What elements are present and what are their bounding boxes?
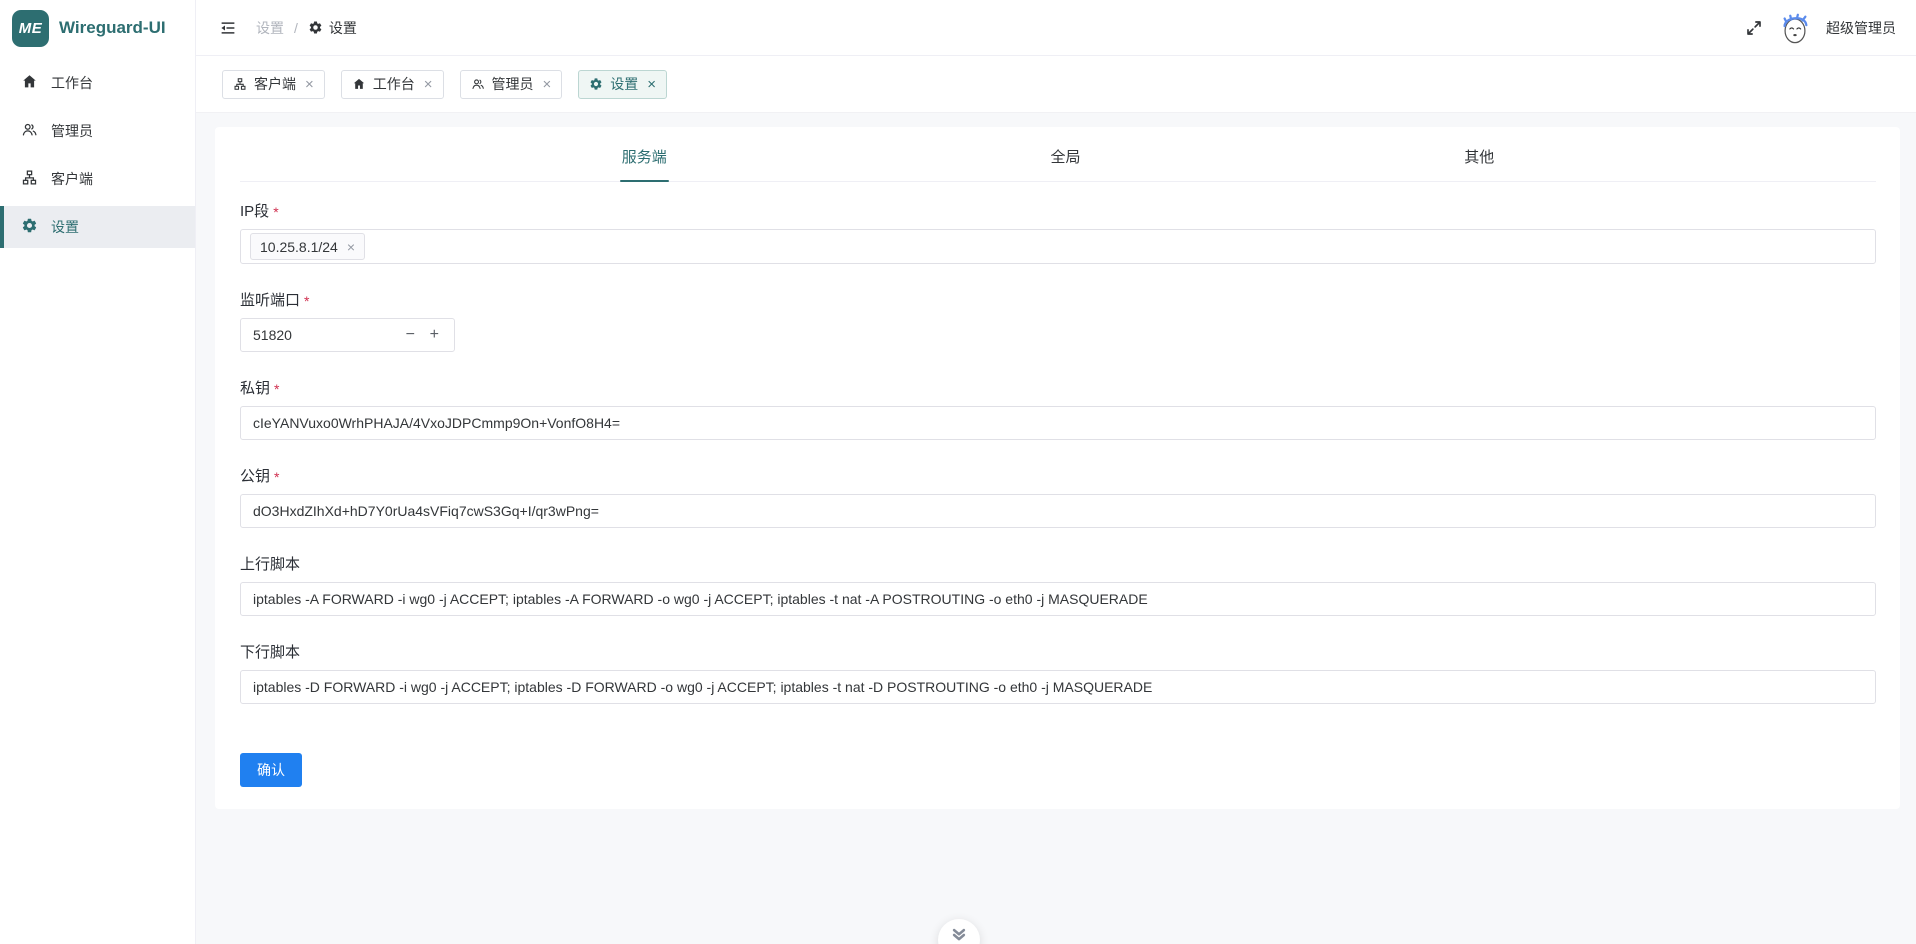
fullscreen-icon[interactable] bbox=[1744, 18, 1764, 38]
app-logo-icon: ME bbox=[12, 10, 49, 47]
decrement-icon[interactable]: − bbox=[406, 318, 415, 352]
down-script-field: 下行脚本 bbox=[240, 641, 1876, 704]
remove-tag-icon[interactable]: × bbox=[347, 240, 355, 254]
sidebar-item-label: 工作台 bbox=[51, 73, 93, 93]
listen-port-field: 监听端口 * − + bbox=[240, 289, 1876, 352]
gear-icon bbox=[589, 77, 603, 91]
top-header: 设置 / 设置 bbox=[196, 0, 1916, 56]
clients-icon bbox=[21, 169, 38, 189]
increment-icon[interactable]: + bbox=[430, 318, 439, 352]
avatar[interactable] bbox=[1778, 11, 1812, 45]
settings-tabs: 服务端 全局 其他 bbox=[240, 127, 1876, 182]
sidebar-item-admins[interactable]: 管理员 bbox=[0, 110, 195, 152]
breadcrumb: 设置 / 设置 bbox=[256, 18, 357, 38]
home-icon bbox=[21, 73, 38, 93]
collapse-sidebar-icon[interactable] bbox=[218, 18, 238, 38]
page-tab-label: 客户端 bbox=[254, 74, 296, 94]
tab-other[interactable]: 其他 bbox=[1462, 127, 1496, 181]
close-tab-icon[interactable]: × bbox=[543, 77, 552, 92]
server-settings-form: IP段 * 10.25.8.1/24 × 监听端口 bbox=[240, 182, 1876, 787]
listen-port-label: 监听端口 bbox=[240, 289, 300, 310]
home-icon bbox=[352, 77, 366, 91]
app-logo[interactable]: ME Wireguard-UI bbox=[0, 0, 195, 56]
admins-icon bbox=[471, 77, 485, 91]
page-tab-label: 管理员 bbox=[492, 74, 534, 94]
page-tab-label: 工作台 bbox=[373, 74, 415, 94]
gear-icon bbox=[21, 217, 38, 237]
page-tabbar: 客户端 × 工作台 × 管理员 × 设置 bbox=[196, 56, 1916, 113]
ip-range-input[interactable]: 10.25.8.1/24 × bbox=[240, 229, 1876, 264]
field-label: 私钥 * bbox=[240, 377, 1876, 398]
private-key-label: 私钥 bbox=[240, 377, 270, 398]
ip-range-tag: 10.25.8.1/24 × bbox=[250, 233, 365, 260]
close-tab-icon[interactable]: × bbox=[647, 77, 656, 92]
tab-global[interactable]: 全局 bbox=[1048, 127, 1082, 181]
sidebar-item-settings[interactable]: 设置 bbox=[0, 206, 195, 248]
field-label: 监听端口 * bbox=[240, 289, 1876, 310]
sidebar-item-label: 管理员 bbox=[51, 121, 93, 141]
confirm-button[interactable]: 确认 bbox=[240, 753, 302, 787]
field-label: IP段 * bbox=[240, 200, 1876, 221]
sidebar-item-workbench[interactable]: 工作台 bbox=[0, 62, 195, 104]
public-key-label: 公钥 bbox=[240, 465, 270, 486]
private-key-field: 私钥 * bbox=[240, 377, 1876, 440]
sidebar-item-clients[interactable]: 客户端 bbox=[0, 158, 195, 200]
breadcrumb-separator: / bbox=[294, 20, 298, 36]
required-mark: * bbox=[304, 293, 309, 309]
ip-range-label: IP段 bbox=[240, 200, 269, 221]
public-key-field: 公钥 * bbox=[240, 465, 1876, 528]
sidebar-item-label: 客户端 bbox=[51, 169, 93, 189]
required-mark: * bbox=[274, 469, 279, 485]
breadcrumb-root[interactable]: 设置 bbox=[256, 18, 284, 38]
breadcrumb-current[interactable]: 设置 bbox=[308, 18, 357, 38]
page-tab-label: 设置 bbox=[610, 74, 638, 94]
sidebar-menu: 工作台 管理员 bbox=[0, 56, 195, 248]
close-tab-icon[interactable]: × bbox=[305, 77, 314, 92]
tab-server[interactable]: 服务端 bbox=[620, 127, 669, 181]
breadcrumb-current-label: 设置 bbox=[329, 18, 357, 38]
down-script-label: 下行脚本 bbox=[240, 641, 300, 662]
close-tab-icon[interactable]: × bbox=[424, 77, 433, 92]
page-tab-workbench[interactable]: 工作台 × bbox=[341, 70, 444, 99]
username[interactable]: 超级管理员 bbox=[1826, 18, 1896, 38]
listen-port-input[interactable] bbox=[240, 318, 455, 352]
required-mark: * bbox=[273, 204, 278, 220]
main-area: 设置 / 设置 bbox=[196, 0, 1916, 944]
clients-icon bbox=[233, 77, 247, 91]
sidebar-item-label: 设置 bbox=[51, 217, 79, 237]
chevron-down-icon bbox=[950, 926, 968, 944]
ip-range-field: IP段 * 10.25.8.1/24 × bbox=[240, 200, 1876, 264]
sidebar: ME Wireguard-UI 工作台 管理员 bbox=[0, 0, 196, 944]
gear-icon bbox=[308, 20, 323, 35]
admins-icon bbox=[21, 121, 38, 141]
settings-card: 服务端 全局 其他 IP段 * 10.25.8.1/24 × bbox=[215, 127, 1900, 809]
field-label: 上行脚本 bbox=[240, 553, 1876, 574]
up-script-input[interactable] bbox=[240, 582, 1876, 616]
required-mark: * bbox=[274, 381, 279, 397]
content-area: 服务端 全局 其他 IP段 * 10.25.8.1/24 × bbox=[196, 113, 1916, 944]
page-tab-clients[interactable]: 客户端 × bbox=[222, 70, 325, 99]
up-script-label: 上行脚本 bbox=[240, 553, 300, 574]
up-script-field: 上行脚本 bbox=[240, 553, 1876, 616]
page-tab-settings[interactable]: 设置 × bbox=[578, 70, 667, 99]
app-title: Wireguard-UI bbox=[59, 18, 166, 38]
public-key-input[interactable] bbox=[240, 494, 1876, 528]
wireguard-ui-app: ME Wireguard-UI 工作台 管理员 bbox=[0, 0, 1916, 944]
ip-range-tag-value: 10.25.8.1/24 bbox=[260, 239, 338, 255]
down-script-input[interactable] bbox=[240, 670, 1876, 704]
field-label: 下行脚本 bbox=[240, 641, 1876, 662]
field-label: 公钥 * bbox=[240, 465, 1876, 486]
page-tab-admins[interactable]: 管理员 × bbox=[460, 70, 563, 99]
private-key-input[interactable] bbox=[240, 406, 1876, 440]
